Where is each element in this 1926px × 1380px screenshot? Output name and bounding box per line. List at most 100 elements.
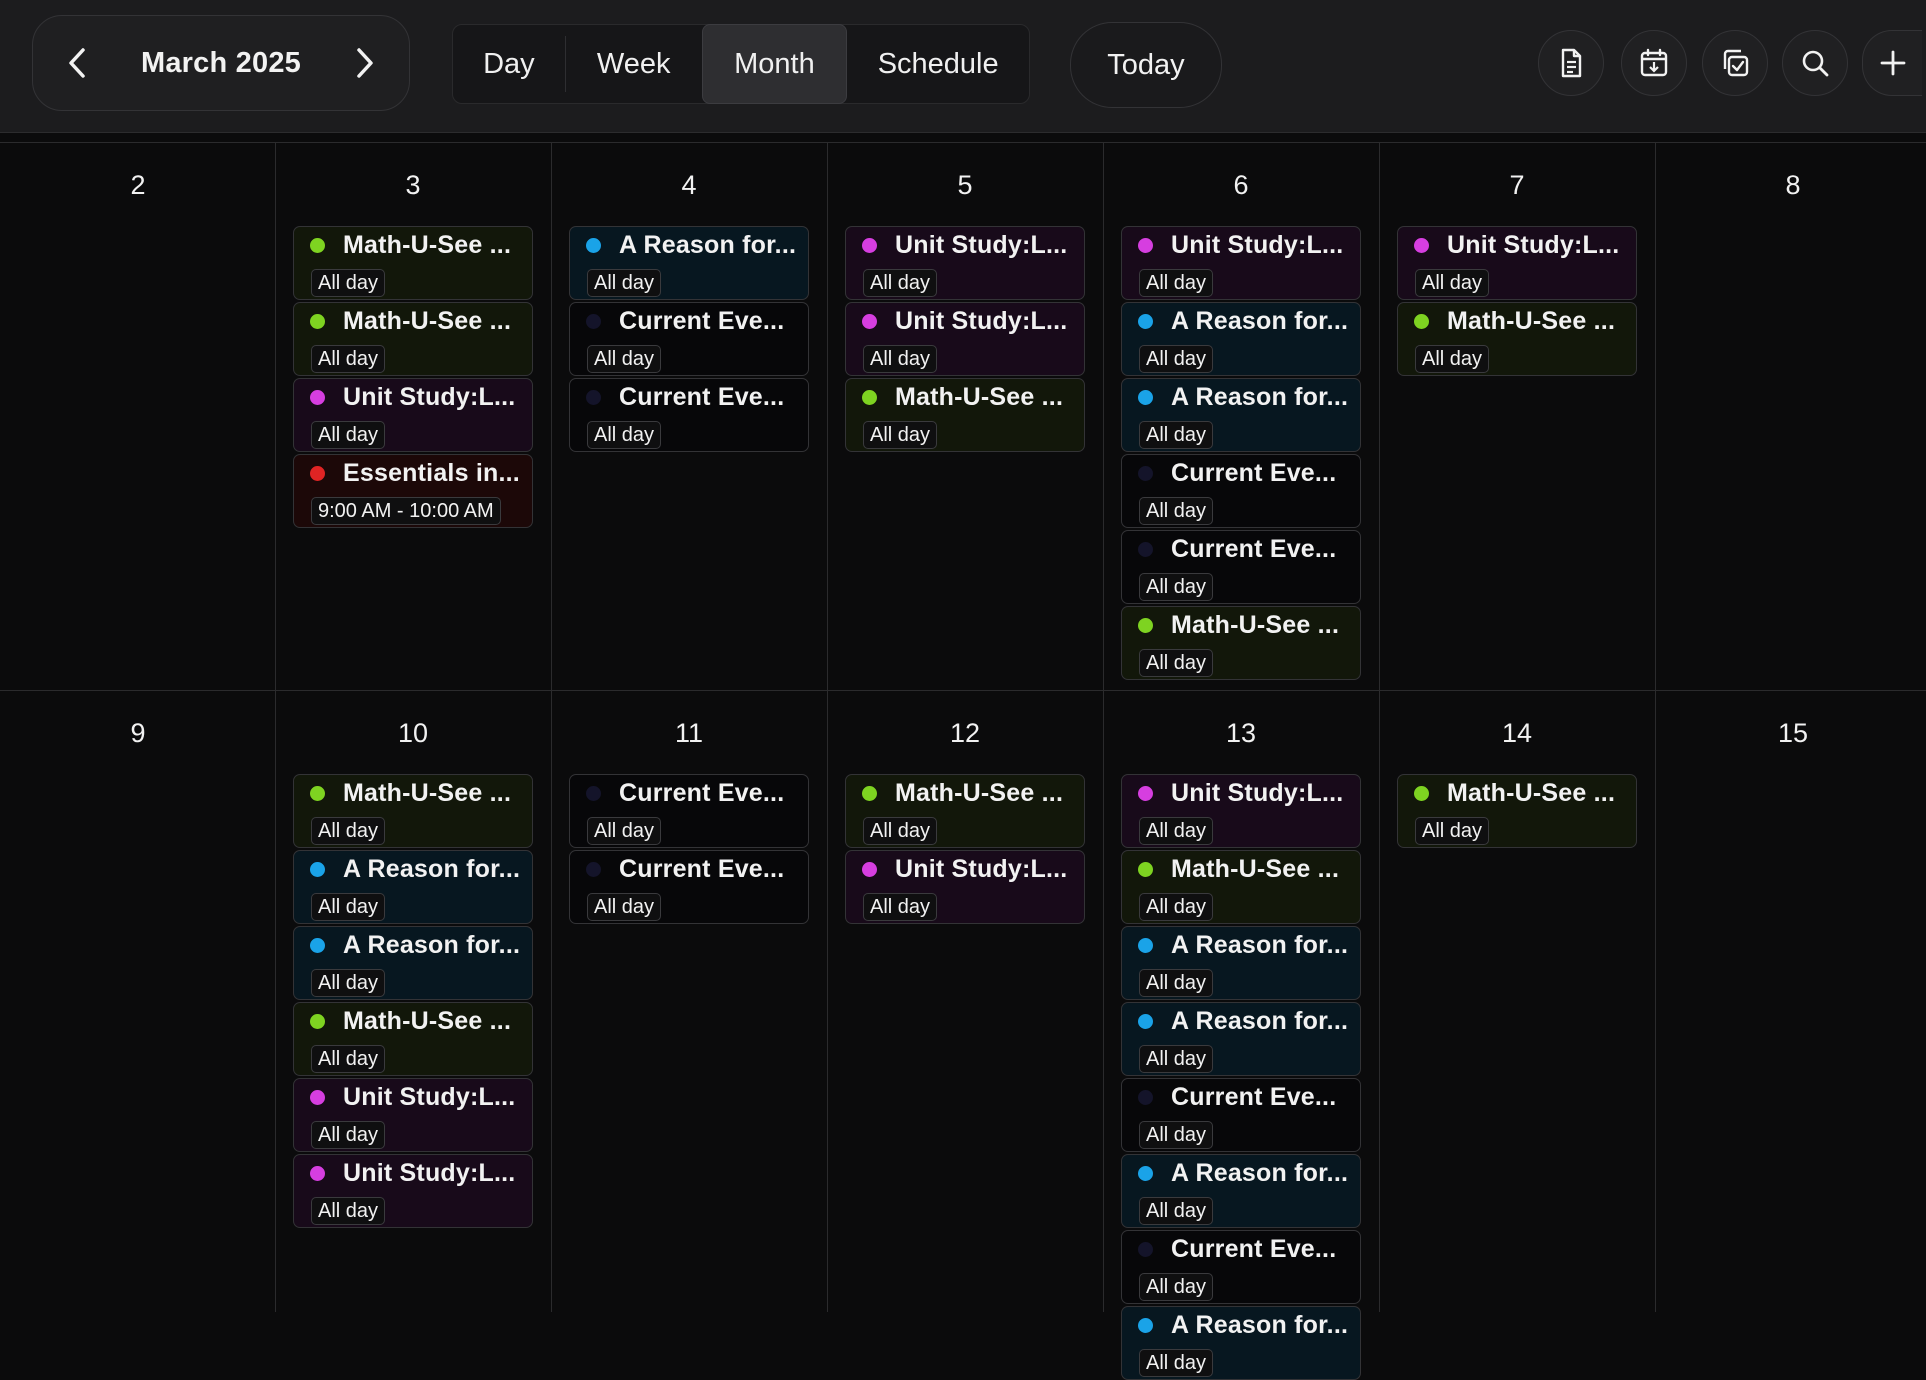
event-chip[interactable]: Current Eve... All day xyxy=(1121,454,1361,528)
event-chip[interactable]: Current Eve... All day xyxy=(569,774,809,848)
event-time-badge: All day xyxy=(587,817,662,845)
event-title: Unit Study:L... xyxy=(343,1083,516,1111)
event-chip[interactable]: Math-U-See ... All day xyxy=(845,774,1085,848)
day-cell[interactable] xyxy=(1655,142,1926,690)
event-chip[interactable]: Math-U-See ... All day xyxy=(1397,774,1637,848)
day-number[interactable]: 7 xyxy=(1379,170,1655,201)
event-chip[interactable]: Unit Study:L... All day xyxy=(1121,226,1361,300)
event-chip[interactable]: A Reason for... All day xyxy=(569,226,809,300)
event-time-badge: All day xyxy=(311,421,386,449)
day-number[interactable]: 9 xyxy=(0,718,276,749)
day-number[interactable]: 6 xyxy=(1103,170,1379,201)
event-time-badge: All day xyxy=(863,269,938,297)
next-month-button[interactable] xyxy=(345,43,385,83)
event-color-dot xyxy=(1414,238,1429,253)
event-chip[interactable]: Unit Study:L... All day xyxy=(1397,226,1637,300)
day-number[interactable]: 11 xyxy=(551,718,827,749)
event-chip[interactable]: A Reason for... All day xyxy=(1121,378,1361,452)
event-chip[interactable]: Math-U-See ... All day xyxy=(293,1002,533,1076)
day-number[interactable]: 8 xyxy=(1655,170,1926,201)
event-color-dot xyxy=(1138,1014,1153,1029)
event-chip[interactable]: Math-U-See ... All day xyxy=(845,378,1085,452)
event-chip[interactable]: Current Eve... All day xyxy=(569,378,809,452)
day-cell[interactable] xyxy=(1379,142,1655,690)
event-chip[interactable]: A Reason for... All day xyxy=(293,850,533,924)
event-chip[interactable]: Math-U-See ... All day xyxy=(293,226,533,300)
event-color-dot xyxy=(310,938,325,953)
today-button[interactable]: Today xyxy=(1070,22,1222,108)
day-number[interactable]: 10 xyxy=(275,718,551,749)
event-chip[interactable]: A Reason for... All day xyxy=(1121,1306,1361,1380)
event-color-dot xyxy=(1138,786,1153,801)
event-time-badge: All day xyxy=(1139,1121,1214,1149)
month-title: March 2025 xyxy=(141,46,301,79)
event-chip[interactable]: Current Eve... All day xyxy=(1121,1078,1361,1152)
event-title: Current Eve... xyxy=(1171,1235,1337,1263)
day-number[interactable]: 13 xyxy=(1103,718,1379,749)
event-color-dot xyxy=(862,238,877,253)
event-chip[interactable]: Current Eve... All day xyxy=(569,302,809,376)
month-navigator: March 2025 xyxy=(32,15,410,111)
view-month-button[interactable]: Month xyxy=(701,24,848,104)
event-chip[interactable]: A Reason for... All day xyxy=(1121,1154,1361,1228)
event-title: A Reason for... xyxy=(1171,1007,1349,1035)
day-number[interactable]: 12 xyxy=(827,718,1103,749)
event-color-dot xyxy=(1138,1166,1153,1181)
event-chip[interactable]: Unit Study:L... All day xyxy=(293,1154,533,1228)
view-day-button[interactable]: Day xyxy=(453,25,565,103)
event-chip[interactable]: Math-U-See ... All day xyxy=(1397,302,1637,376)
event-chip[interactable]: Essentials in... 9:00 AM - 10:00 AM xyxy=(293,454,533,528)
event-chip[interactable]: Current Eve... All day xyxy=(569,850,809,924)
event-color-dot xyxy=(862,786,877,801)
event-time-badge: All day xyxy=(1139,1045,1214,1073)
event-chip[interactable]: A Reason for... All day xyxy=(293,926,533,1000)
event-time-badge: All day xyxy=(1139,1197,1214,1225)
event-chip[interactable]: Math-U-See ... All day xyxy=(293,302,533,376)
event-chip[interactable]: Math-U-See ... All day xyxy=(1121,606,1361,680)
day-number[interactable]: 4 xyxy=(551,170,827,201)
view-schedule-button[interactable]: Schedule xyxy=(847,25,1029,103)
event-chip[interactable]: Unit Study:L... All day xyxy=(845,302,1085,376)
event-chip[interactable]: Math-U-See ... All day xyxy=(293,774,533,848)
event-chip[interactable]: Current Eve... All day xyxy=(1121,1230,1361,1304)
event-time-badge: All day xyxy=(1139,1273,1214,1301)
event-time-badge: All day xyxy=(1139,269,1214,297)
calendar-import-button[interactable] xyxy=(1621,30,1687,96)
view-switcher: Day Week Month Schedule xyxy=(452,24,1030,104)
event-time-badge: All day xyxy=(311,969,386,997)
day-number[interactable]: 15 xyxy=(1655,718,1926,749)
event-title: Math-U-See ... xyxy=(895,779,1064,807)
event-title: A Reason for... xyxy=(343,855,521,883)
add-event-button[interactable] xyxy=(1862,30,1922,96)
event-chip[interactable]: Unit Study:L... All day xyxy=(293,378,533,452)
day-cell[interactable] xyxy=(1655,690,1926,1312)
event-chip[interactable]: Unit Study:L... All day xyxy=(1121,774,1361,848)
event-chip[interactable]: A Reason for... All day xyxy=(1121,302,1361,376)
event-color-dot xyxy=(1138,238,1153,253)
notes-button[interactable] xyxy=(1538,30,1604,96)
event-color-dot xyxy=(1138,542,1153,557)
event-chip[interactable]: Unit Study:L... All day xyxy=(293,1078,533,1152)
event-chip[interactable]: Unit Study:L... All day xyxy=(845,850,1085,924)
event-chip[interactable]: Math-U-See ... All day xyxy=(1121,850,1361,924)
event-chip[interactable]: A Reason for... All day xyxy=(1121,1002,1361,1076)
copy-tasks-button[interactable] xyxy=(1702,30,1768,96)
event-chip[interactable]: Current Eve... All day xyxy=(1121,530,1361,604)
event-title: Current Eve... xyxy=(1171,535,1337,563)
day-number[interactable]: 14 xyxy=(1379,718,1655,749)
event-time-badge: All day xyxy=(863,817,938,845)
event-color-dot xyxy=(310,862,325,877)
event-time-badge: All day xyxy=(1139,345,1214,373)
event-time-badge: All day xyxy=(311,1121,386,1149)
day-number[interactable]: 2 xyxy=(0,170,276,201)
event-chip[interactable]: A Reason for... All day xyxy=(1121,926,1361,1000)
day-number[interactable]: 3 xyxy=(275,170,551,201)
day-cell[interactable] xyxy=(0,142,276,690)
view-week-button[interactable]: Week xyxy=(566,25,702,103)
event-chip[interactable]: Unit Study:L... All day xyxy=(845,226,1085,300)
day-number[interactable]: 5 xyxy=(827,170,1103,201)
day-cell[interactable] xyxy=(0,690,276,1312)
search-button[interactable] xyxy=(1782,30,1848,96)
event-time-badge: All day xyxy=(1139,573,1214,601)
previous-month-button[interactable] xyxy=(57,43,97,83)
